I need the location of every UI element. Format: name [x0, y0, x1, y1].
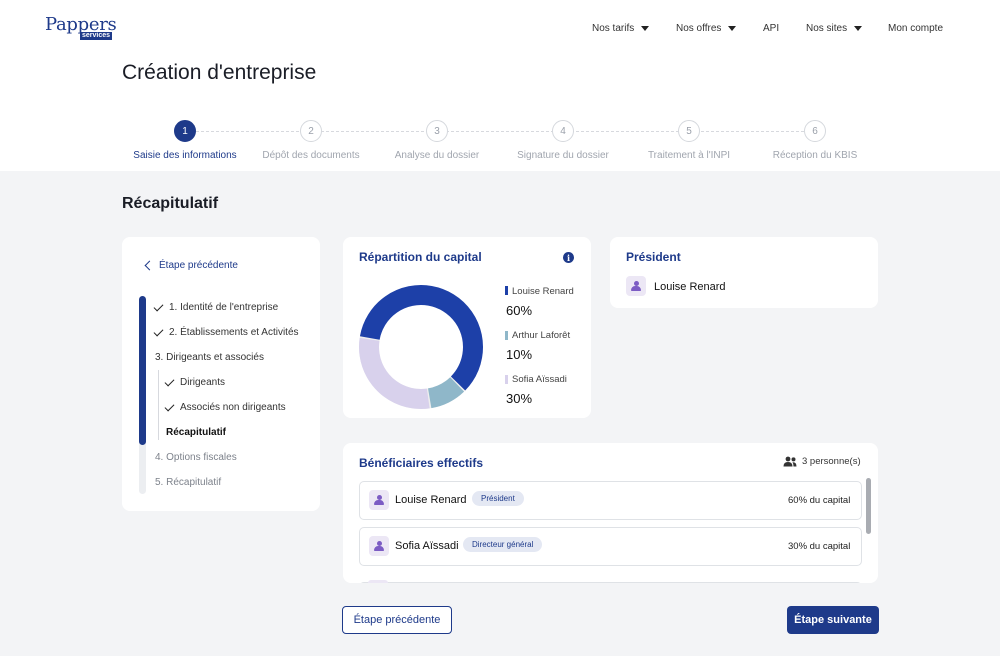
sidebar-item-label: 5. Récapitulatif: [155, 477, 222, 488]
sidebar-item-label: Associés non dirigeants: [180, 402, 286, 413]
beneficiaire-name: Louise Renard: [395, 494, 467, 506]
previous-step-button[interactable]: Étape précédente: [342, 606, 452, 634]
nav-label: API: [763, 23, 780, 34]
step-6-label: Réception du KBIS: [772, 150, 858, 161]
caret-down-icon: [854, 26, 863, 31]
sidebar-item-label: 4. Options fiscales: [155, 452, 237, 463]
avatar: [369, 536, 389, 556]
step-6-circle: 6: [804, 120, 826, 142]
sidebar-item-label: 3. Dirigeants et associés: [155, 352, 264, 363]
president-card: [610, 237, 878, 308]
nav-mon-compte[interactable]: Mon compte: [888, 23, 943, 34]
table-row-partial: [359, 582, 862, 583]
sidebar-card: [122, 237, 320, 511]
sidebar-item-dirigeants-associes[interactable]: 3. Dirigeants et associés: [155, 352, 264, 363]
avatar: [369, 490, 389, 510]
stepper-line: [196, 131, 804, 132]
sidebar-item-identite[interactable]: 1. Identité de l'entreprise: [153, 301, 279, 313]
legend-value: 60%: [506, 303, 533, 318]
step-1-label: Saisie des informations: [133, 150, 237, 161]
sidebar-item-label: 2. Établissements et Activités: [169, 327, 299, 338]
legend-value: 30%: [506, 391, 533, 406]
legend-name: Sofia Aïssadi: [512, 374, 567, 385]
step-4-circle: 4: [552, 120, 574, 142]
president-name: Louise Renard: [654, 281, 726, 293]
caret-down-icon: [728, 26, 737, 31]
people-count: 3 personne(s): [783, 456, 861, 467]
person-icon: [374, 540, 384, 552]
info-icon[interactable]: i: [563, 252, 574, 263]
avatar: [368, 580, 388, 583]
beneficiaire-name: Sofia Aïssadi: [395, 540, 459, 552]
users-icon: [783, 456, 797, 467]
sidebar-item-associes[interactable]: Associés non dirigeants: [164, 401, 286, 413]
page-title: Création d'entreprise: [122, 61, 317, 84]
sidebar-item-label: Dirigeants: [180, 377, 226, 388]
sidebar-item-label: Récapitulatif: [166, 427, 227, 438]
person-icon: [374, 494, 384, 506]
person-icon: [631, 280, 641, 292]
legend-name: Arthur Laforêt: [512, 330, 571, 341]
caret-down-icon: [641, 26, 650, 31]
logo-sub-badge: services: [80, 32, 113, 40]
step-5-circle: 5: [678, 120, 700, 142]
legend-name: Louise Renard: [512, 286, 574, 297]
step-3-label: Analyse du dossier: [394, 150, 480, 161]
step-4-label: Signature du dossier: [517, 150, 609, 161]
sidebar-item-etablissements[interactable]: 2. Établissements et Activités: [153, 326, 299, 338]
next-step-button[interactable]: Étape suivante: [787, 606, 879, 634]
progress-fill: [139, 296, 146, 445]
check-icon: [164, 401, 175, 411]
role-badge: Président: [472, 491, 524, 506]
role-badge: Directeur général: [463, 537, 543, 552]
legend-value: 10%: [506, 347, 533, 362]
nav-label: Nos sites: [806, 23, 848, 34]
capital-title: Répartition du capital: [359, 250, 482, 264]
people-count-label: 3 personne(s): [802, 456, 861, 467]
avatar: [626, 276, 646, 296]
step-1-circle[interactable]: 1: [174, 120, 196, 142]
back-link[interactable]: Étape précédente: [144, 260, 238, 271]
step-2-circle: 2: [300, 120, 322, 142]
nav-api[interactable]: API: [763, 23, 779, 34]
president-title: Président: [626, 250, 681, 264]
beneficiaires-title: Bénéficiaires effectifs: [359, 456, 484, 470]
legend-swatch-sofia: [505, 375, 508, 384]
nav-label: Nos tarifs: [592, 23, 635, 34]
step-2-label: Dépôt des documents: [262, 150, 360, 161]
section-title: Récapitulatif: [122, 195, 219, 212]
sidebar-item-recap-current[interactable]: Récapitulatif: [166, 427, 226, 438]
check-icon: [153, 301, 164, 311]
pappers-logo[interactable]: Pappers services: [45, 15, 117, 40]
nav-offres[interactable]: Nos offres: [676, 23, 737, 34]
back-link-label: Étape précédente: [159, 260, 238, 271]
capital-share: 60% du capital: [788, 495, 851, 506]
step-3-circle: 3: [426, 120, 448, 142]
sidebar-item-label: 1. Identité de l'entreprise: [169, 302, 279, 313]
nav-sites[interactable]: Nos sites: [806, 23, 863, 34]
chevron-left-icon: [144, 260, 155, 271]
nav-label: Mon compte: [888, 23, 944, 34]
step-5-label: Traitement à l'INPI: [647, 150, 731, 161]
nav-label: Nos offres: [676, 23, 722, 34]
sidebar-item-options-fiscales[interactable]: 4. Options fiscales: [155, 452, 237, 463]
sidebar-item-recapitulatif[interactable]: 5. Récapitulatif: [155, 477, 221, 488]
scrollbar[interactable]: [866, 478, 871, 534]
legend-swatch-louise: [505, 286, 508, 295]
capital-share: 30% du capital: [788, 541, 851, 552]
nav-tarifs[interactable]: Nos tarifs: [592, 23, 650, 34]
capital-donut-chart: [359, 285, 483, 409]
check-icon: [153, 326, 164, 336]
check-icon: [164, 376, 175, 386]
sub-items-line: [158, 370, 159, 440]
sidebar-item-dirigeants[interactable]: Dirigeants: [164, 376, 226, 388]
legend-swatch-arthur: [505, 331, 508, 340]
